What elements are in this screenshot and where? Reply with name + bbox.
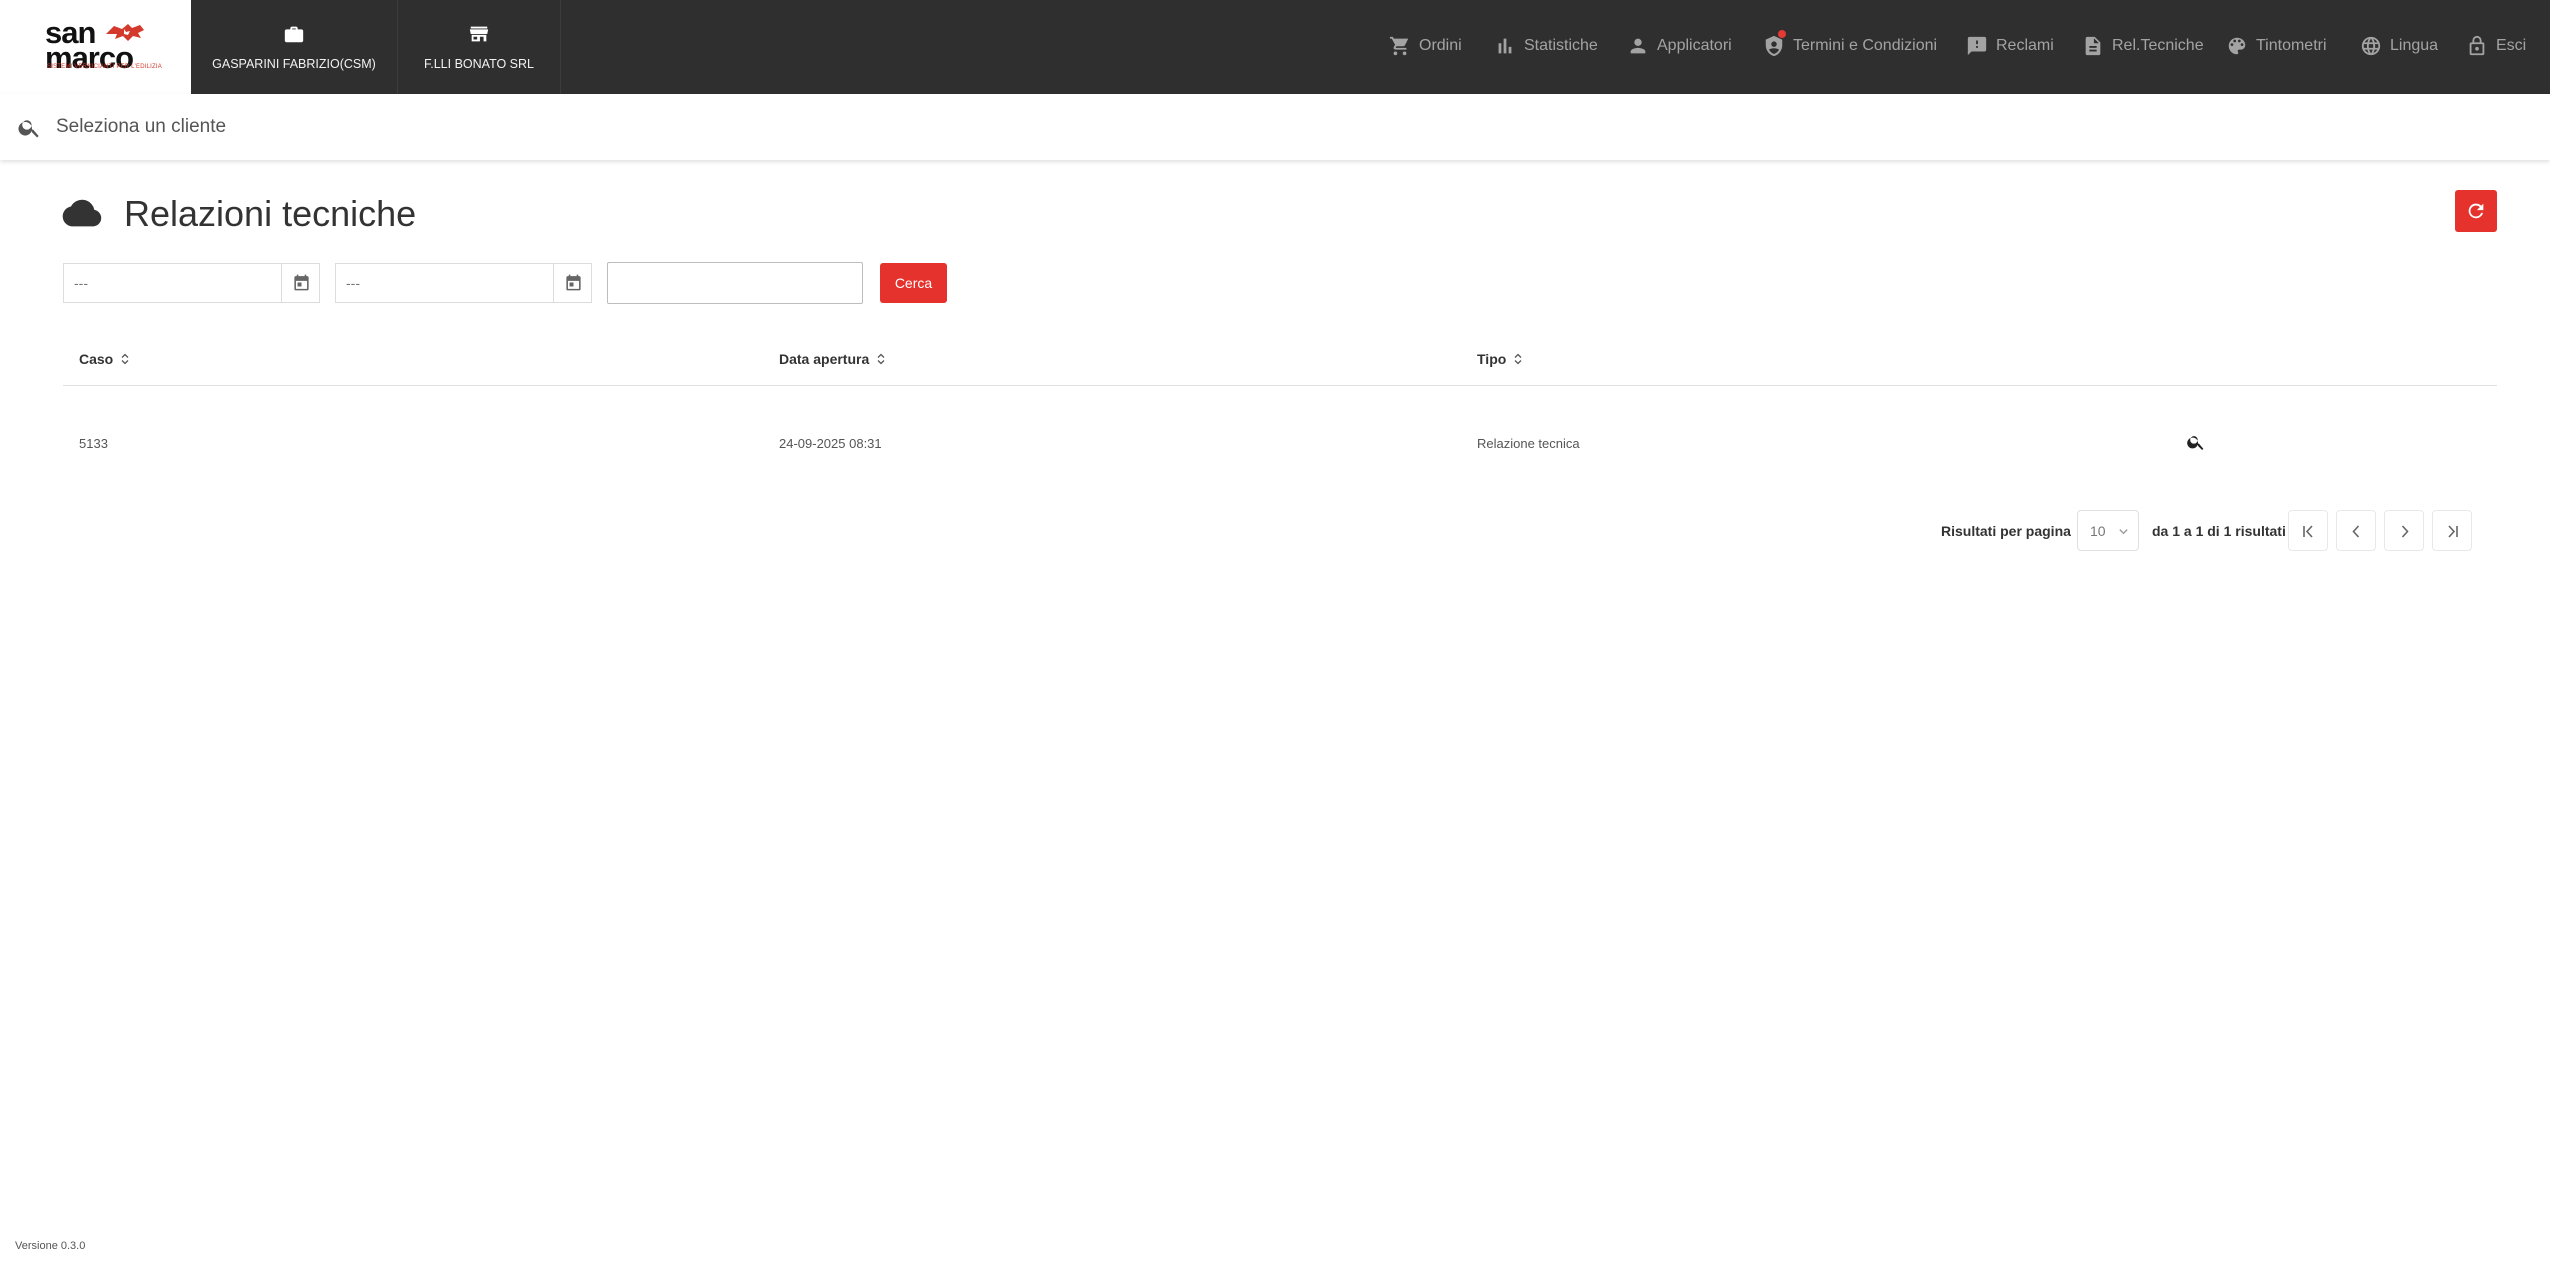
column-header-label: Caso	[79, 351, 114, 367]
column-header-caso[interactable]: Caso	[79, 351, 129, 367]
first-page-icon	[2303, 525, 2313, 538]
search-button[interactable]: Cerca	[880, 263, 947, 303]
lock-icon	[2469, 35, 2485, 56]
document-icon	[2085, 36, 2101, 56]
search-icon	[18, 120, 39, 138]
column-header-data-apertura[interactable]: Data apertura	[779, 351, 885, 367]
first-page-button[interactable]	[2288, 510, 2328, 551]
nav-label: Termini e Condizioni	[1793, 37, 1938, 54]
cart-icon	[1389, 36, 1409, 56]
date-from-calendar-button[interactable]	[281, 264, 319, 302]
text-filter-input[interactable]	[607, 262, 863, 304]
nav-label: Tintometri	[2256, 37, 2327, 54]
client-search-input[interactable]	[56, 108, 956, 146]
nav-item-ordini[interactable]: Ordini	[1389, 33, 1462, 59]
date-to-input[interactable]	[336, 264, 554, 302]
chevron-left-icon	[2352, 525, 2360, 538]
nav-item-lingua[interactable]: Lingua	[2360, 33, 2438, 59]
last-page-icon	[2448, 525, 2458, 538]
nav-item-termini[interactable]: Termini e Condizioni	[1763, 30, 1938, 59]
logo-tagline: SISTEMI VERNICIANTI PER L'EDILIZIA	[47, 64, 162, 70]
nav-label: Statistiche	[1524, 37, 1598, 54]
lion-logo-icon	[106, 24, 144, 41]
nav-label: Reclami	[1996, 37, 2054, 54]
refresh-icon	[2468, 203, 2484, 219]
calendar-icon	[294, 274, 309, 291]
nav-item-rel-tecniche[interactable]: Rel.Tecniche	[2082, 33, 2204, 59]
refresh-button[interactable]	[2455, 190, 2497, 232]
view-detail-search-icon[interactable]	[2186, 432, 2206, 452]
briefcase-icon	[284, 26, 304, 43]
date-to-calendar-button[interactable]	[553, 264, 591, 302]
calendar-icon	[566, 274, 581, 291]
nav-label: Rel.Tecniche	[2112, 37, 2204, 54]
sort-icon	[1514, 353, 1522, 365]
nav-label: Esci	[2496, 37, 2527, 54]
store-icon	[469, 26, 489, 42]
per-page-select[interactable]: 10	[2077, 510, 2139, 551]
column-header-label: Tipo	[1477, 351, 1507, 367]
column-header-label: Data apertura	[779, 351, 870, 367]
top-navigation-bar: san marco SISTEMI VERNICIANTI PER L'EDILI…	[0, 0, 2550, 94]
chevron-right-icon	[2401, 525, 2409, 538]
cell-data-apertura: 24-09-2025 08:31	[779, 436, 882, 451]
nav-item-esci[interactable]: Esci	[2466, 33, 2526, 59]
company-context-button[interactable]: F.LLI BONATO SRL	[398, 0, 561, 94]
nav-item-tintometri[interactable]: Tintometri	[2226, 33, 2327, 59]
previous-page-button[interactable]	[2336, 510, 2376, 551]
pagination-summary: da 1 a 1 di 1 risultati	[2152, 523, 2286, 539]
table-header-divider	[63, 385, 2497, 386]
cell-tipo: Relazione tecnica	[1477, 436, 1580, 451]
sort-icon	[877, 353, 885, 365]
feedback-icon	[1967, 36, 1987, 56]
nav-label: Ordini	[1419, 37, 1462, 54]
notification-badge	[1778, 30, 1786, 38]
nav-item-reclami[interactable]: Reclami	[1966, 33, 2054, 59]
last-page-button[interactable]	[2432, 510, 2472, 551]
sort-icon	[121, 353, 129, 365]
per-page-value: 10	[2090, 523, 2106, 539]
nav-label: Lingua	[2390, 37, 2439, 54]
nav-item-statistiche[interactable]: Statistiche	[1494, 33, 1598, 59]
date-to-field	[335, 263, 592, 303]
logo[interactable]: san marco SISTEMI VERNICIANTI PER L'EDILI…	[0, 0, 191, 94]
column-header-tipo[interactable]: Tipo	[1477, 351, 1522, 367]
next-page-button[interactable]	[2384, 510, 2424, 551]
bar-chart-icon	[1498, 38, 1512, 54]
person-icon	[1630, 38, 1646, 54]
company-context-label: F.LLI BONATO SRL	[424, 57, 534, 71]
per-page-label: Risultati per pagina	[1941, 523, 2071, 539]
chevron-down-icon	[2119, 529, 2128, 535]
date-from-input[interactable]	[64, 264, 282, 302]
app-version: Versione 0.3.0	[15, 1240, 86, 1252]
nav-item-applicatori[interactable]: Applicatori	[1627, 33, 1732, 59]
user-context-button[interactable]: GASPARINI FABRIZIO(CSM)	[191, 0, 398, 94]
user-context-label: GASPARINI FABRIZIO(CSM)	[212, 57, 376, 71]
client-search-bar	[0, 94, 2550, 160]
page-title: Relazioni tecniche	[124, 193, 417, 234]
globe-icon	[2361, 36, 2381, 56]
cell-caso: 5133	[79, 436, 108, 451]
cloud-icon	[62, 199, 102, 227]
date-from-field	[63, 263, 320, 303]
nav-label: Applicatori	[1657, 37, 1732, 54]
shield-icon	[1765, 35, 1783, 57]
palette-icon	[2228, 37, 2246, 55]
